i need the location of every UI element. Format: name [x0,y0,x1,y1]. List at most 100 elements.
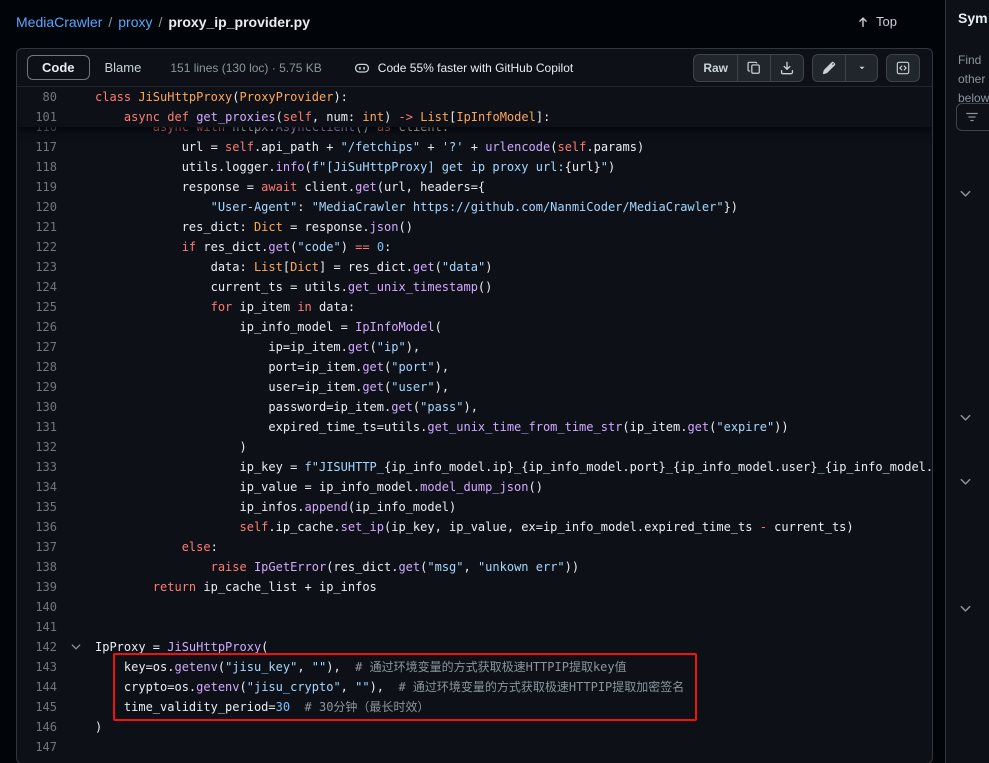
gutter-space [57,677,95,697]
scroll-to-top-button[interactable]: Top [848,10,905,33]
code-line: 144 crypto=os.getenv("jisu_crypto", ""),… [17,677,932,697]
line-number[interactable]: 138 [17,557,57,577]
copy-button[interactable] [738,54,771,82]
code-line: 119 response = await client.get(url, hea… [17,177,932,197]
line-number[interactable]: 124 [17,277,57,297]
arrow-up-icon [856,15,870,29]
line-number[interactable]: 125 [17,297,57,317]
line-number[interactable]: 135 [17,497,57,517]
breadcrumb-separator: / [108,14,112,30]
toolbar-actions: Raw [693,54,922,82]
gutter-space [57,237,95,257]
line-number[interactable]: 80 [17,87,57,107]
line-number[interactable]: 133 [17,457,57,477]
download-icon [780,61,794,75]
symbols-filter-input[interactable] [956,103,989,131]
code-text: async def get_proxies(self, num: int) ->… [95,107,932,127]
code-line: 129 user=ip_item.get("user"), [17,377,932,397]
copilot-banner[interactable]: Code 55% faster with GitHub Copilot [354,60,573,76]
line-number[interactable]: 130 [17,397,57,417]
code-text: res_dict: Dict = response.json() [95,217,932,237]
line-number[interactable]: 123 [17,257,57,277]
gutter-space [57,297,95,317]
breadcrumb-folder-link[interactable]: proxy [118,14,152,30]
edit-dropdown-button[interactable] [846,54,878,82]
gutter-space [57,277,95,297]
scroll-to-top-label: Top [876,14,897,29]
code-line: 118 utils.logger.info(f"[JiSuHttpProxy] … [17,157,932,177]
line-number[interactable]: 134 [17,477,57,497]
code-text: password=ip_item.get("pass"), [95,397,932,417]
gutter-space [57,317,95,337]
raw-copy-download-group: Raw [693,54,804,82]
line-number[interactable]: 119 [17,177,57,197]
code-text: raise IpGetError(res_dict.get("msg", "un… [95,557,932,577]
line-number[interactable]: 121 [17,217,57,237]
line-number[interactable]: 120 [17,197,57,217]
line-number[interactable]: 143 [17,657,57,677]
code-line: 121 res_dict: Dict = response.json() [17,217,932,237]
gutter-space [57,617,95,637]
line-number[interactable]: 122 [17,237,57,257]
tab-blame[interactable]: Blame [90,55,157,80]
chevron-down-icon[interactable] [958,186,974,202]
line-number[interactable]: 128 [17,357,57,377]
page-body: Code Blame 151 lines (130 loc) · 5.75 KB… [0,44,989,763]
line-number[interactable]: 131 [17,417,57,437]
line-number[interactable]: 145 [17,697,57,717]
gutter-space [57,217,95,237]
download-button[interactable] [771,54,804,82]
gutter-space [57,417,95,437]
file-content-panel: Code Blame 151 lines (130 loc) · 5.75 KB… [16,48,933,763]
line-number[interactable]: 139 [17,577,57,597]
gutter-space [57,257,95,277]
line-number[interactable]: 101 [17,107,57,127]
code-text: utils.logger.info(f"[JiSuHttpProxy] get … [95,157,932,177]
line-number[interactable]: 127 [17,337,57,357]
gutter-space [57,357,95,377]
code-text: for ip_item in data: [95,297,932,317]
code-line: 127 ip=ip_item.get("ip"), [17,337,932,357]
gutter-space [57,497,95,517]
collapse-chevron-icon[interactable] [57,637,95,657]
code-line: 80class JiSuHttpProxy(ProxyProvider): [17,87,932,107]
code-line: 131 expired_time_ts=utils.get_unix_time_… [17,417,932,437]
line-number[interactable]: 136 [17,517,57,537]
code-text: return ip_cache_list + ip_infos [95,577,932,597]
code-line: 138 raise IpGetError(res_dict.get("msg",… [17,557,932,577]
line-number[interactable]: 146 [17,717,57,737]
line-number[interactable]: 118 [17,157,57,177]
code-text [95,737,932,757]
line-number[interactable]: 141 [17,617,57,637]
line-number[interactable]: 140 [17,597,57,617]
code-text: data: List[Dict] = res_dict.get("data") [95,257,932,277]
tab-code[interactable]: Code [27,55,90,80]
chevron-down-icon[interactable] [958,601,974,617]
line-number[interactable]: 144 [17,677,57,697]
line-number[interactable]: 137 [17,537,57,557]
code-lines: 116 async with httpx.AsyncClient() as cl… [17,87,932,757]
gutter-space [57,477,95,497]
symbols-toggle-button[interactable] [886,54,920,82]
line-number[interactable]: 117 [17,137,57,157]
line-number[interactable]: 147 [17,737,57,757]
gutter-space [57,577,95,597]
code-blame-switch: Code Blame [27,55,156,80]
line-number[interactable]: 142 [17,637,57,657]
gutter-space [57,87,95,107]
code-text: ip_value = ip_info_model.model_dump_json… [95,477,932,497]
code-line: 134 ip_value = ip_info_model.model_dump_… [17,477,932,497]
raw-button[interactable]: Raw [693,54,738,82]
line-number[interactable]: 132 [17,437,57,457]
chevron-down-icon[interactable] [958,474,974,490]
edit-button[interactable] [812,54,846,82]
chevron-down-icon[interactable] [958,410,974,426]
breadcrumb-repo-link[interactable]: MediaCrawler [16,14,102,30]
code-text: ) [95,717,932,737]
line-number[interactable]: 126 [17,317,57,337]
breadcrumb: MediaCrawler / proxy / proxy_ip_provider… [16,14,310,30]
code-line: 142IpProxy = JiSuHttpProxy( [17,637,932,657]
code-line: 145 time_validity_period=30 # 30分钟（最长时效） [17,697,932,717]
line-number[interactable]: 129 [17,377,57,397]
code-square-icon [896,61,910,75]
